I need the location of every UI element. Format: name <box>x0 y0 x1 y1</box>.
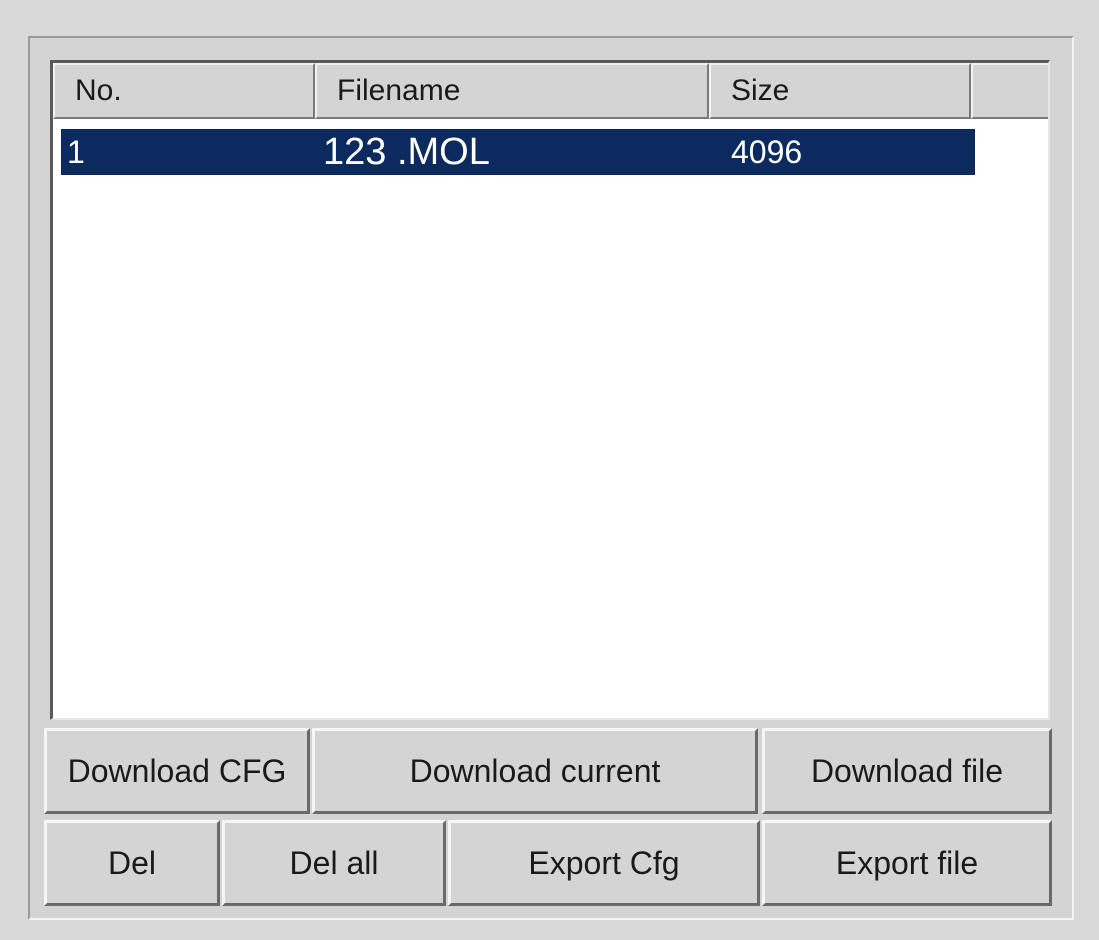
list-header: No. Filename Size <box>53 63 1048 119</box>
column-header-filename[interactable]: Filename <box>315 63 709 119</box>
column-header-label: Filename <box>337 74 461 107</box>
table-row[interactable]: 1 123 .MOL 4096 <box>61 129 975 175</box>
download-cfg-button[interactable]: Download CFG <box>44 728 310 814</box>
column-header-label: No. <box>75 74 122 107</box>
del-button[interactable]: Del <box>44 820 220 906</box>
cell-no: 1 <box>67 134 85 170</box>
cell-filename: 123 .MOL <box>323 131 490 173</box>
export-file-button[interactable]: Export file <box>762 820 1052 906</box>
del-all-button[interactable]: Del all <box>222 820 446 906</box>
download-current-button[interactable]: Download current <box>312 728 758 814</box>
column-header-empty[interactable] <box>971 63 1048 119</box>
download-file-button[interactable]: Download file <box>762 728 1052 814</box>
file-list[interactable]: No. Filename Size 1 123 .MOL 4096 <box>50 60 1050 720</box>
column-header-no[interactable]: No. <box>53 63 315 119</box>
export-cfg-button[interactable]: Export Cfg <box>448 820 760 906</box>
cell-size: 4096 <box>731 134 803 170</box>
column-header-label: Size <box>731 74 790 107</box>
column-header-size[interactable]: Size <box>709 63 971 119</box>
